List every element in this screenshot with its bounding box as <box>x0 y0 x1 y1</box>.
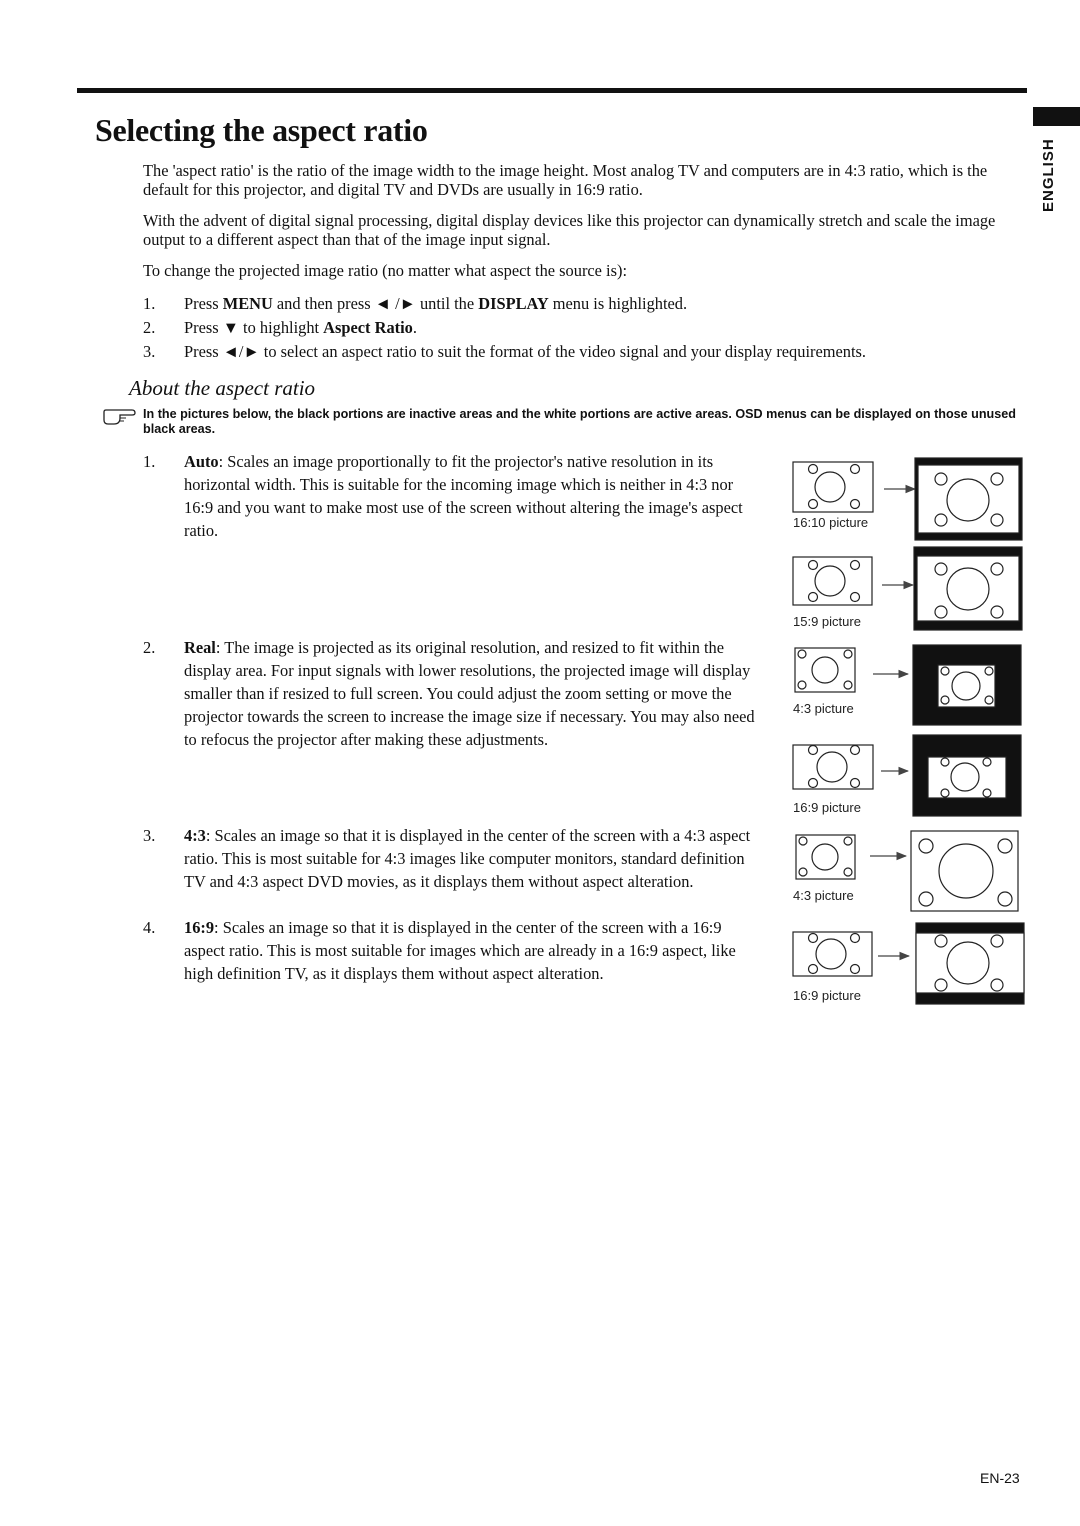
page-title: Selecting the aspect ratio <box>95 112 428 148</box>
source-4-3-picture <box>795 834 856 880</box>
step-item: 2. Press ▼ to highlight Aspect Ratio. <box>143 318 1023 342</box>
figure-caption: 15:9 picture <box>793 614 861 629</box>
note-text: In the pictures below, the black portion… <box>143 407 1016 436</box>
step-text: Press ▼ to highlight Aspect Ratio. <box>184 318 417 337</box>
mode-name: Auto <box>184 452 219 471</box>
mode-description: : Scales an image so that it is displaye… <box>184 826 751 891</box>
mode-description: : Scales an image so that it is displaye… <box>184 918 736 983</box>
page-number: EN-23 <box>980 1470 1020 1486</box>
intro-paragraph-1: The 'aspect ratio' is the ratio of the i… <box>143 161 988 199</box>
pointing-hand-icon <box>103 409 136 425</box>
result-real-16-9 <box>912 734 1022 817</box>
source-15-9-picture <box>792 556 873 606</box>
mode-item-16-9: 4. 16:9: Scales an image so that it is d… <box>143 916 763 985</box>
language-tab-marker <box>1033 107 1080 126</box>
mode-text: Real: The image is projected as its orig… <box>184 636 763 751</box>
step-item: 1. Press MENU and then press ◄ /► until … <box>143 294 1023 318</box>
mode-text: 4:3: Scales an image so that it is displ… <box>184 824 763 893</box>
figure-caption: 16:9 picture <box>793 988 861 1003</box>
aspect-ratio-diagrams <box>792 457 1025 1005</box>
mode-text: Auto: Scales an image proportionally to … <box>184 450 763 542</box>
step-item: 3. Press ◄/► to select an aspect ratio t… <box>143 342 1023 366</box>
mode-text: 16:9: Scales an image so that it is disp… <box>184 916 763 985</box>
step-text-part: Press <box>184 294 223 313</box>
intro-paragraph-2: With the advent of digital signal proces… <box>143 211 996 249</box>
header-rule <box>77 88 1027 93</box>
source-4-3-picture-real <box>794 647 856 693</box>
step-text: Press ◄/► to select an aspect ratio to s… <box>184 342 866 361</box>
intro-paragraph-3: To change the projected image ratio (no … <box>143 261 628 280</box>
result-real-4-3 <box>912 644 1022 726</box>
figure-caption: 4:3 picture <box>793 701 854 716</box>
result-16-9 <box>915 922 1025 1005</box>
step-text: Press MENU and then press ◄ /► until the… <box>184 294 687 313</box>
language-tab: ENGLISH <box>1040 138 1057 212</box>
steps-list: 1. Press MENU and then press ◄ /► until … <box>143 294 1023 366</box>
mode-description: : Scales an image proportionally to fit … <box>184 452 743 540</box>
mode-description: : The image is projected as its original… <box>184 638 755 749</box>
step-number: 3. <box>143 342 156 361</box>
step-text-part: and then press ◄ /► until the <box>272 294 479 313</box>
section-subtitle: About the aspect ratio <box>129 376 316 400</box>
mode-item-real: 2. Real: The image is projected as its o… <box>143 636 763 751</box>
mode-name: 4:3 <box>184 826 206 845</box>
result-auto-16-10 <box>914 457 1023 541</box>
menu-key-label: MENU <box>222 294 273 313</box>
figure-caption: 16:9 picture <box>793 800 861 815</box>
step-number: 2. <box>143 318 156 337</box>
figure-caption: 16:10 picture <box>793 515 869 530</box>
source-16-10-picture <box>792 461 874 513</box>
mode-number: 2. <box>143 638 156 657</box>
mode-number: 1. <box>143 452 156 471</box>
mode-number: 4. <box>143 918 156 937</box>
mode-number: 3. <box>143 826 156 845</box>
source-16-9-picture-real <box>792 744 874 790</box>
step-text-part: . <box>412 318 417 337</box>
step-text-part: Press ▼ to highlight <box>184 318 324 337</box>
figure-caption: 4:3 picture <box>793 888 854 903</box>
source-16-9-picture <box>792 931 873 977</box>
result-4-3 <box>910 830 1019 912</box>
mode-name: Real <box>184 638 216 657</box>
step-text-part: menu is highlighted. <box>548 294 688 313</box>
mode-name: 16:9 <box>184 918 215 937</box>
mode-item-4-3: 3. 4:3: Scales an image so that it is di… <box>143 824 763 893</box>
step-number: 1. <box>143 294 156 313</box>
aspect-ratio-label: Aspect Ratio <box>323 318 413 337</box>
mode-item-auto: 1. Auto: Scales an image proportionally … <box>143 450 763 542</box>
result-auto-15-9 <box>913 546 1023 631</box>
display-menu-label: DISPLAY <box>478 294 549 313</box>
